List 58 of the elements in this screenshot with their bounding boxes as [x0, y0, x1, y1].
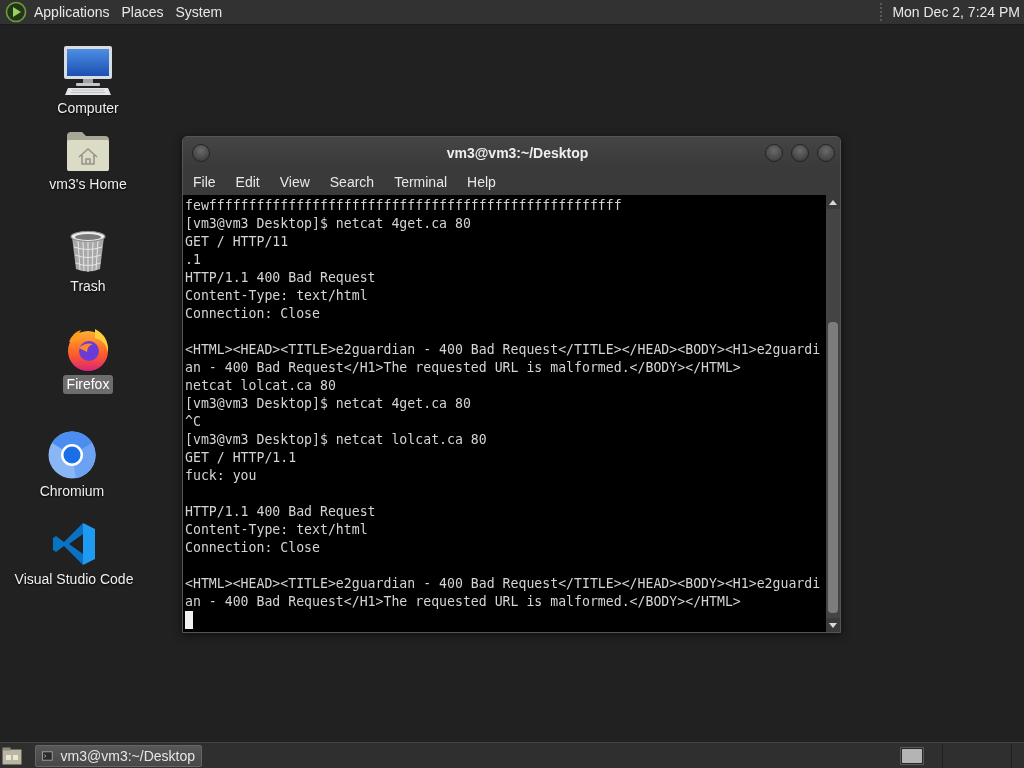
panel-menu[interactable]: System — [169, 2, 229, 22]
terminal-line: HTTP/1.1 400 Bad Request — [185, 269, 376, 287]
up-arrow-icon — [829, 199, 837, 205]
maximize-button[interactable] — [791, 143, 809, 162]
menu-item[interactable]: File — [183, 171, 226, 192]
scroll-down-button[interactable] — [826, 618, 840, 632]
panel-menu[interactable]: Places — [115, 2, 170, 22]
terminal-line: fuck: you — [185, 467, 257, 485]
terminal-line: an - 400 Bad Request</H1>The requested URL is malformed.</BODY></HTML> — [185, 359, 741, 377]
down-arrow-icon — [829, 622, 837, 628]
desktop-icon[interactable] — [2, 746, 22, 765]
icon-label[interactable]: Trash — [66, 277, 110, 296]
home-folder-icon[interactable] — [65, 130, 111, 172]
taskbar-button[interactable]: vm3@vm3:~/Desktop — [35, 744, 202, 767]
window-title: vm3@vm3:~/Desktop — [445, 144, 590, 161]
scroll-up-button[interactable] — [826, 195, 840, 209]
terminal-line: <HTML><HEAD><TITLE>e2guardian - 400 Bad Request</TITLE></HEAD><BODY><H1>e2guardi — [185, 575, 821, 593]
ribbon-logo-icon[interactable] — [52, 521, 96, 567]
terminal-line: Connection: Close — [185, 305, 320, 323]
terminal-line: an - 400 Bad Request</H1>The requested URL is malformed.</BODY></HTML> — [185, 593, 741, 611]
panel-menu[interactable]: Applications — [28, 2, 116, 22]
icon-label[interactable]: Firefox — [62, 375, 114, 394]
icon-label[interactable]: Chromium — [35, 482, 109, 501]
terminal-line: Content-Type: text/html — [185, 521, 368, 539]
minimize-button[interactable] — [765, 143, 783, 162]
terminal-line: .1 — [185, 251, 201, 269]
menu-item[interactable]: Help — [457, 171, 506, 192]
terminal-line: Content-Type: text/html — [185, 287, 368, 305]
terminal-line: [vm3@vm3 Desktop]$ netcat lolcat.ca 80 — [185, 431, 487, 449]
terminal-line: ^C — [185, 413, 201, 431]
workspace-switcher[interactable] — [900, 746, 924, 765]
terminal-line: <HTML><HEAD><TITLE>e2guardian - 400 Bad Request</TITLE></HEAD><BODY><H1>e2guardi — [185, 341, 821, 359]
trash-can-icon[interactable] — [68, 230, 108, 274]
menu-logo-icon[interactable] — [5, 1, 27, 23]
ring-logo-icon[interactable] — [48, 431, 96, 479]
flame-globe-icon[interactable] — [65, 326, 111, 372]
monitor-icon[interactable] — [62, 46, 114, 96]
icon-label[interactable]: Computer — [53, 99, 123, 118]
terminal-icon — [42, 749, 53, 762]
close-button[interactable] — [817, 143, 835, 162]
scrollbar-thumb[interactable] — [828, 322, 838, 613]
menu-item[interactable]: Edit — [225, 171, 270, 192]
terminal-line: netcat lolcat.ca 80 — [185, 377, 336, 395]
terminal-line: GET / HTTP/11 — [185, 233, 289, 251]
menu-item[interactable]: View — [269, 171, 320, 192]
terminal-line: [vm3@vm3 Desktop]$ netcat 4get.ca 80 — [185, 215, 471, 233]
terminal-line: HTTP/1.1 400 Bad Request — [185, 503, 376, 521]
menu-item[interactable]: Terminal — [384, 171, 458, 192]
window-menu-button[interactable] — [192, 143, 210, 162]
icon-label[interactable]: vm3's Home — [45, 175, 131, 194]
text-cursor — [185, 611, 193, 629]
clock[interactable]: Mon Dec 2, 7:24 PM — [892, 4, 1020, 20]
icon-label[interactable]: Visual Studio Code — [10, 570, 138, 589]
terminal-line: Connection: Close — [185, 539, 320, 557]
terminal-line: [vm3@vm3 Desktop]$ netcat 4get.ca 80 — [185, 395, 471, 413]
terminal-line: GET / HTTP/1.1 — [185, 449, 297, 467]
terminal-line: fewffffffffffffffffffffffffffffffffffffffffffffffffffff — [185, 197, 622, 215]
menu-item[interactable]: Search — [319, 171, 385, 192]
